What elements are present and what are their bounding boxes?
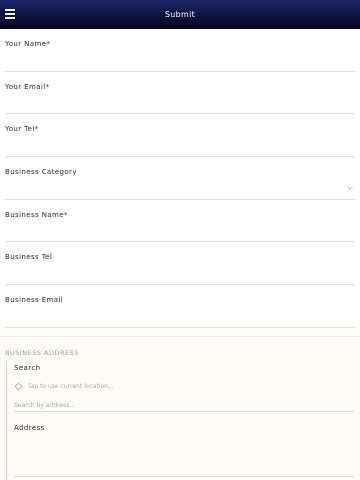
chevron-down-icon[interactable] bbox=[347, 185, 353, 191]
your-name-label: Your Name* bbox=[5, 40, 51, 48]
business-name-input[interactable] bbox=[5, 223, 355, 240]
your-email-label: Your Email* bbox=[5, 82, 50, 91]
business-address-title: BUSINESS ADDRESS bbox=[5, 349, 79, 357]
your-tel-field: Your Tel* bbox=[5, 114, 355, 158]
business-email-label: Business Email bbox=[5, 296, 64, 305]
your-name-input[interactable] bbox=[5, 53, 355, 69]
page-title: Submit bbox=[164, 10, 196, 19]
business-tel-input[interactable] bbox=[5, 266, 355, 283]
your-tel-input[interactable] bbox=[5, 138, 355, 155]
your-email-input[interactable] bbox=[5, 95, 355, 112]
submit-form: Your Name* Your Email* Your Tel* Busines… bbox=[0, 29, 360, 329]
business-email-field: Business Email bbox=[5, 285, 355, 328]
hamburger-icon[interactable] bbox=[5, 9, 15, 19]
your-email-field: Your Email* bbox=[5, 72, 355, 115]
crosshair-icon bbox=[14, 381, 23, 391]
current-location-text: Tap to use current location... bbox=[28, 382, 114, 390]
your-tel-label: Your Tel* bbox=[5, 125, 39, 134]
business-category-select[interactable] bbox=[5, 181, 355, 198]
business-category-label: Business Category bbox=[5, 168, 77, 177]
section-divider bbox=[0, 336, 360, 337]
address-label: Address bbox=[14, 424, 45, 432]
business-category-field[interactable]: Business Category bbox=[5, 157, 355, 200]
use-current-location-button[interactable]: Tap to use current location... bbox=[14, 380, 114, 392]
business-tel-label: Business Tel bbox=[5, 253, 53, 262]
business-email-input[interactable] bbox=[5, 309, 355, 326]
business-name-field: Business Name* bbox=[5, 200, 355, 243]
business-name-label: Business Name* bbox=[5, 210, 68, 219]
app-header: Submit bbox=[0, 0, 360, 29]
address-textarea[interactable] bbox=[14, 437, 354, 477]
section-indent-line bbox=[6, 361, 7, 480]
search-label: Search bbox=[14, 364, 41, 372]
address-search-input[interactable] bbox=[14, 400, 354, 412]
business-tel-field: Business Tel bbox=[5, 242, 355, 286]
your-name-field: Your Name* bbox=[5, 29, 355, 72]
